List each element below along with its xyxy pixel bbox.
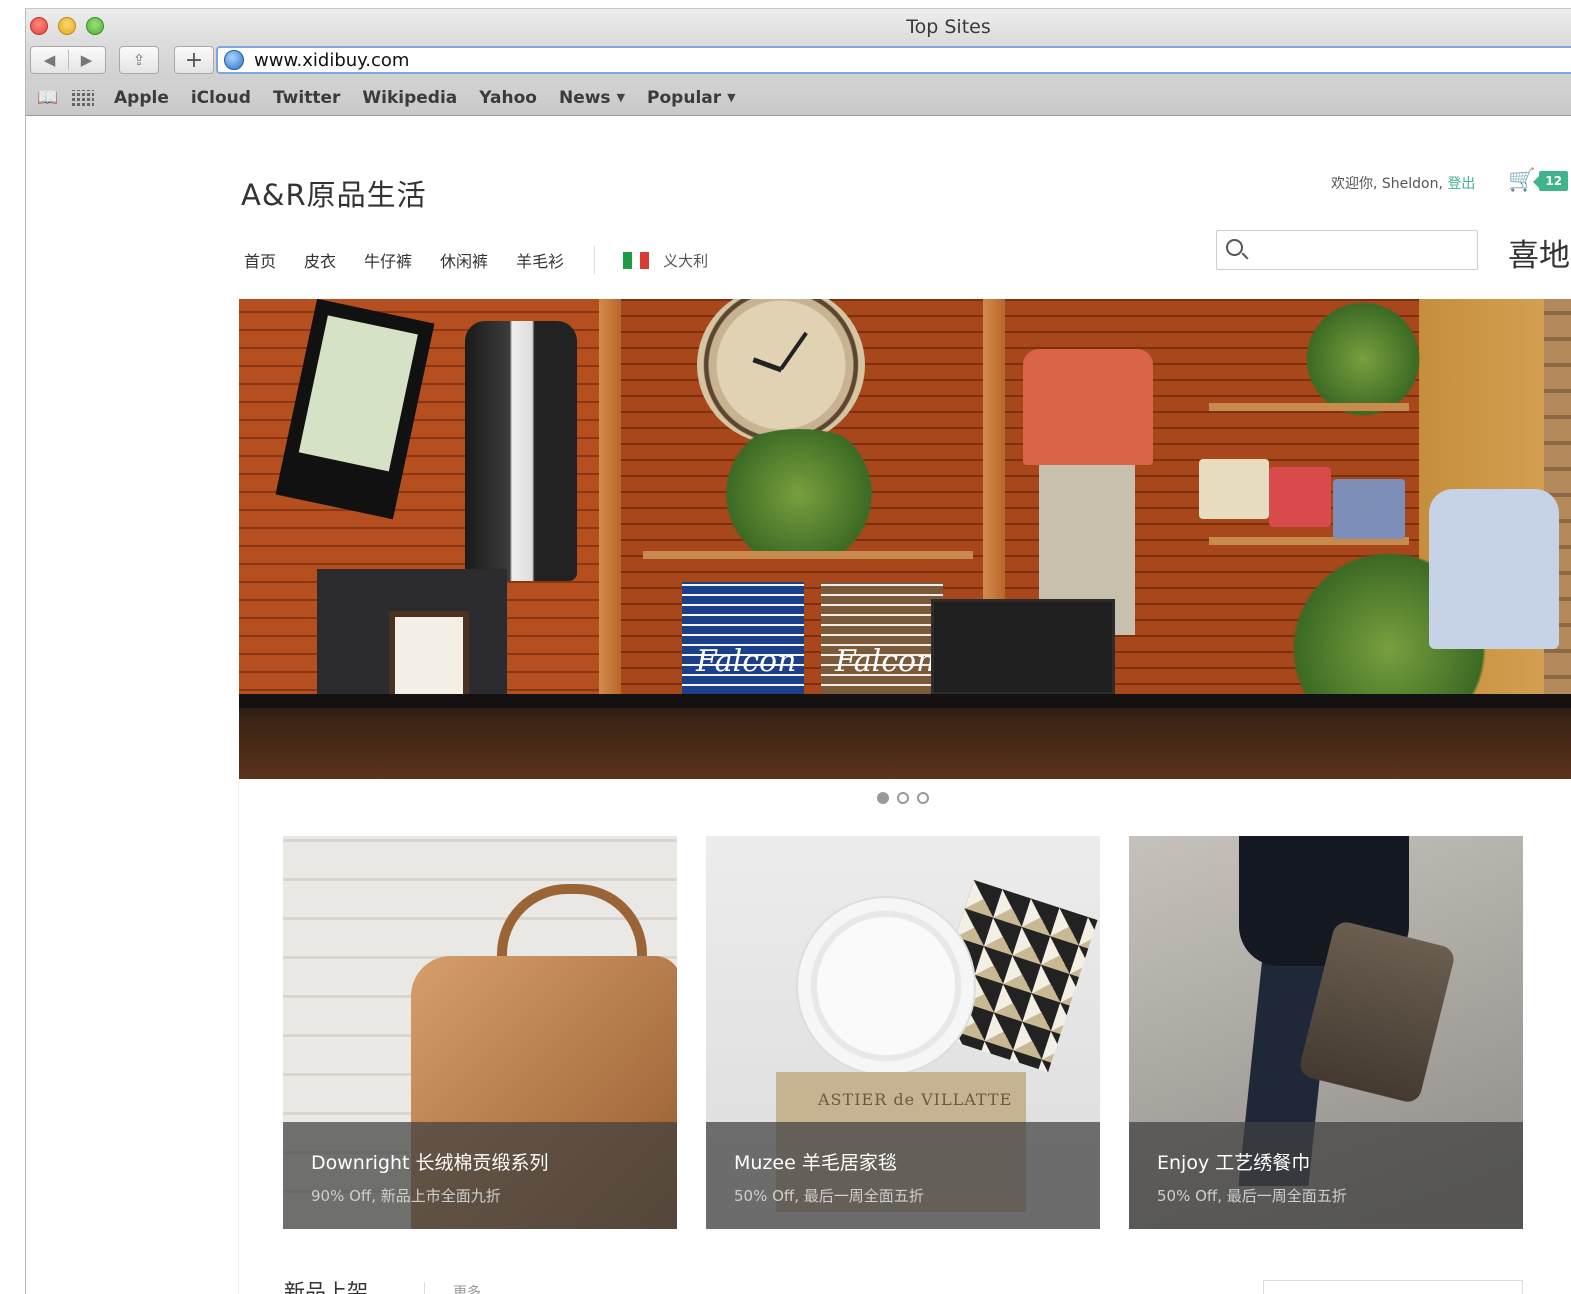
- italy-flag-icon: [623, 251, 650, 269]
- carousel-dot-2[interactable]: [897, 792, 909, 804]
- share-button[interactable]: ⇪: [119, 46, 159, 74]
- back-icon[interactable]: ◀: [31, 51, 68, 69]
- box-label: ASTIER de VILLATTE: [818, 1090, 1013, 1109]
- nav-divider: [594, 246, 596, 274]
- search-input[interactable]: [1251, 237, 1471, 263]
- main-nav: 首页 皮衣 牛仔裤 休闲裤 羊毛衫 义大利: [244, 246, 708, 274]
- window-title: Top Sites: [906, 16, 991, 38]
- promo-card-enjoy[interactable]: Enjoy 工艺绣餐巾 50% Off, 最后一周全面五折: [1129, 836, 1523, 1229]
- clock-image: [697, 299, 865, 445]
- welcome-message: 欢迎你, Sheldon, 登出: [1331, 173, 1475, 193]
- bookmarks-bar: 📖 Apple iCloud Twitter Wikipedia Yahoo N…: [26, 80, 1571, 116]
- browser-window: Top Sites ◀ ▶ ⇪ + www.xidibuy.com 📖 Appl…: [25, 8, 1571, 1294]
- shop-counter: [239, 694, 1571, 779]
- promo-title: Downright 长绒棉贡缎系列: [311, 1152, 549, 1174]
- address-bar[interactable]: www.xidibuy.com: [216, 46, 1571, 74]
- bookmark-wikipedia[interactable]: Wikipedia: [362, 88, 457, 108]
- bookmark-twitter[interactable]: Twitter: [273, 88, 340, 108]
- nav-item-leather[interactable]: 皮衣: [304, 248, 336, 272]
- browser-toolbar: ◀ ▶ ⇪ + www.xidibuy.com: [26, 42, 1571, 80]
- logout-link[interactable]: 登出: [1447, 176, 1475, 192]
- new-tab-button[interactable]: +: [174, 46, 214, 74]
- bookmark-icloud[interactable]: iCloud: [191, 88, 251, 108]
- promo-title: Muzee 羊毛居家毯: [734, 1152, 897, 1174]
- country-link[interactable]: 义大利: [663, 250, 708, 271]
- promo-caption: Enjoy 工艺绣餐巾 50% Off, 最后一周全面五折: [1129, 1122, 1523, 1229]
- nav-item-jeans[interactable]: 牛仔裤: [364, 248, 412, 272]
- promo-subtitle: 50% Off, 最后一周全面五折: [734, 1187, 924, 1205]
- forward-icon[interactable]: ▶: [68, 51, 105, 69]
- url-text[interactable]: www.xidibuy.com: [254, 50, 409, 71]
- cart-button[interactable]: 🛒 12: [1508, 168, 1569, 193]
- bookmark-popular-label: Popular: [647, 87, 722, 108]
- promo-subtitle: 90% Off, 新品上市全面九折: [311, 1187, 501, 1205]
- promo-caption: Muzee 羊毛居家毯 50% Off, 最后一周全面五折: [706, 1122, 1100, 1229]
- mannequin-shirt-image: [1023, 349, 1153, 465]
- search-icon[interactable]: [1226, 239, 1243, 256]
- section-filter-box[interactable]: [1263, 1280, 1523, 1294]
- chevron-down-icon: ▼: [616, 90, 626, 104]
- promo-title: Enjoy 工艺绣餐巾: [1157, 1152, 1311, 1174]
- nav-item-home[interactable]: 首页: [244, 248, 276, 272]
- nav-item-casual-pants[interactable]: 休闲裤: [440, 248, 488, 272]
- carousel-pagination: [877, 792, 929, 804]
- bookmark-folder-news[interactable]: News ▼: [559, 88, 625, 108]
- section-title: 新品上架: [284, 1280, 368, 1294]
- back-forward-buttons: ◀ ▶: [30, 46, 106, 74]
- site-logo[interactable]: A&R原品生活: [241, 172, 427, 214]
- share-icon: ⇪: [132, 51, 146, 69]
- bookmark-apple[interactable]: Apple: [114, 88, 169, 108]
- cart-count-badge: 12: [1533, 170, 1569, 191]
- promo-card-downright[interactable]: Downright 长绒棉贡缎系列 90% Off, 新品上市全面九折: [283, 836, 677, 1229]
- side-logo-text[interactable]: 喜地: [1508, 230, 1570, 275]
- reading-list-icon[interactable]: 📖: [34, 88, 62, 108]
- globe-icon: [224, 50, 244, 70]
- section-more-link[interactable]: 更多: [424, 1282, 481, 1294]
- carousel-dot-3[interactable]: [917, 792, 929, 804]
- promo-subtitle: 50% Off, 最后一周全面五折: [1157, 1187, 1347, 1205]
- bookmark-folder-popular[interactable]: Popular ▼: [647, 88, 736, 108]
- hero-banner[interactable]: Falcon Falcon: [239, 299, 1571, 779]
- promo-caption: Downright 长绒棉贡缎系列 90% Off, 新品上市全面九折: [283, 1122, 677, 1229]
- nav-item-sweaters[interactable]: 羊毛衫: [516, 248, 564, 272]
- welcome-text: 欢迎你, Sheldon,: [1331, 176, 1443, 192]
- bookmark-news-label: News: [558, 87, 611, 108]
- plate-image: [796, 896, 976, 1076]
- web-page: A&R原品生活 欢迎你, Sheldon, 登出 🛒 12 首页 皮衣 牛仔裤 …: [26, 116, 1571, 1294]
- top-sites-icon[interactable]: [72, 89, 94, 106]
- chevron-down-icon: ▼: [727, 90, 736, 104]
- carousel-dot-1[interactable]: [877, 792, 889, 804]
- search-box: [1216, 230, 1478, 270]
- title-bar: Top Sites: [26, 8, 1571, 42]
- golf-bag-image: [465, 321, 577, 581]
- promo-card-muzee[interactable]: ASTIER de VILLATTE Muzee 羊毛居家毯 50% Off, …: [706, 836, 1100, 1229]
- cart-icon: 🛒: [1508, 168, 1536, 193]
- bookmark-yahoo[interactable]: Yahoo: [479, 88, 537, 108]
